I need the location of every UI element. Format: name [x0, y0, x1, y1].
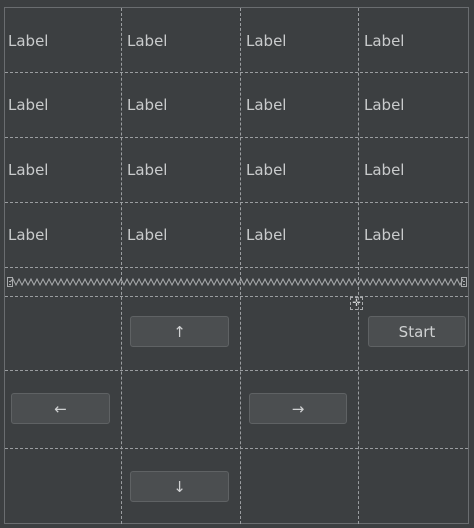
row-divider — [5, 137, 468, 138]
grid-label: Label — [127, 226, 168, 244]
grid-label: Label — [8, 161, 49, 179]
resize-handle-icon[interactable] — [461, 277, 467, 287]
left-button[interactable]: ← — [11, 393, 110, 424]
grid-label: Label — [364, 96, 405, 114]
row-divider — [5, 370, 468, 371]
row-divider — [5, 202, 468, 203]
grid-label: Label — [364, 161, 405, 179]
grid-label: Label — [246, 32, 287, 50]
resize-handle-icon[interactable] — [7, 277, 13, 287]
horizontal-splitter[interactable] — [10, 277, 464, 287]
grid-label: Label — [364, 226, 405, 244]
row-divider — [5, 72, 468, 73]
move-icon[interactable]: ✛ — [350, 297, 363, 310]
column-divider — [240, 8, 241, 524]
grid-label: Label — [8, 96, 49, 114]
grid-label: Label — [364, 32, 405, 50]
column-divider — [121, 8, 122, 524]
grid-label: Label — [127, 96, 168, 114]
column-divider — [358, 8, 359, 524]
start-button[interactable]: Start — [368, 316, 466, 347]
grid-label: Label — [8, 32, 49, 50]
right-button[interactable]: → — [249, 393, 347, 424]
grid-label: Label — [127, 161, 168, 179]
grid-label: Label — [127, 32, 168, 50]
down-button[interactable]: ↓ — [130, 471, 229, 502]
row-divider — [5, 448, 468, 449]
layout-container — [4, 7, 469, 524]
grid-label: Label — [8, 226, 49, 244]
grid-label: Label — [246, 161, 287, 179]
row-divider — [5, 267, 468, 268]
grid-label: Label — [246, 96, 287, 114]
up-button[interactable]: ↑ — [130, 316, 229, 347]
grid-label: Label — [246, 226, 287, 244]
row-divider — [5, 296, 468, 297]
